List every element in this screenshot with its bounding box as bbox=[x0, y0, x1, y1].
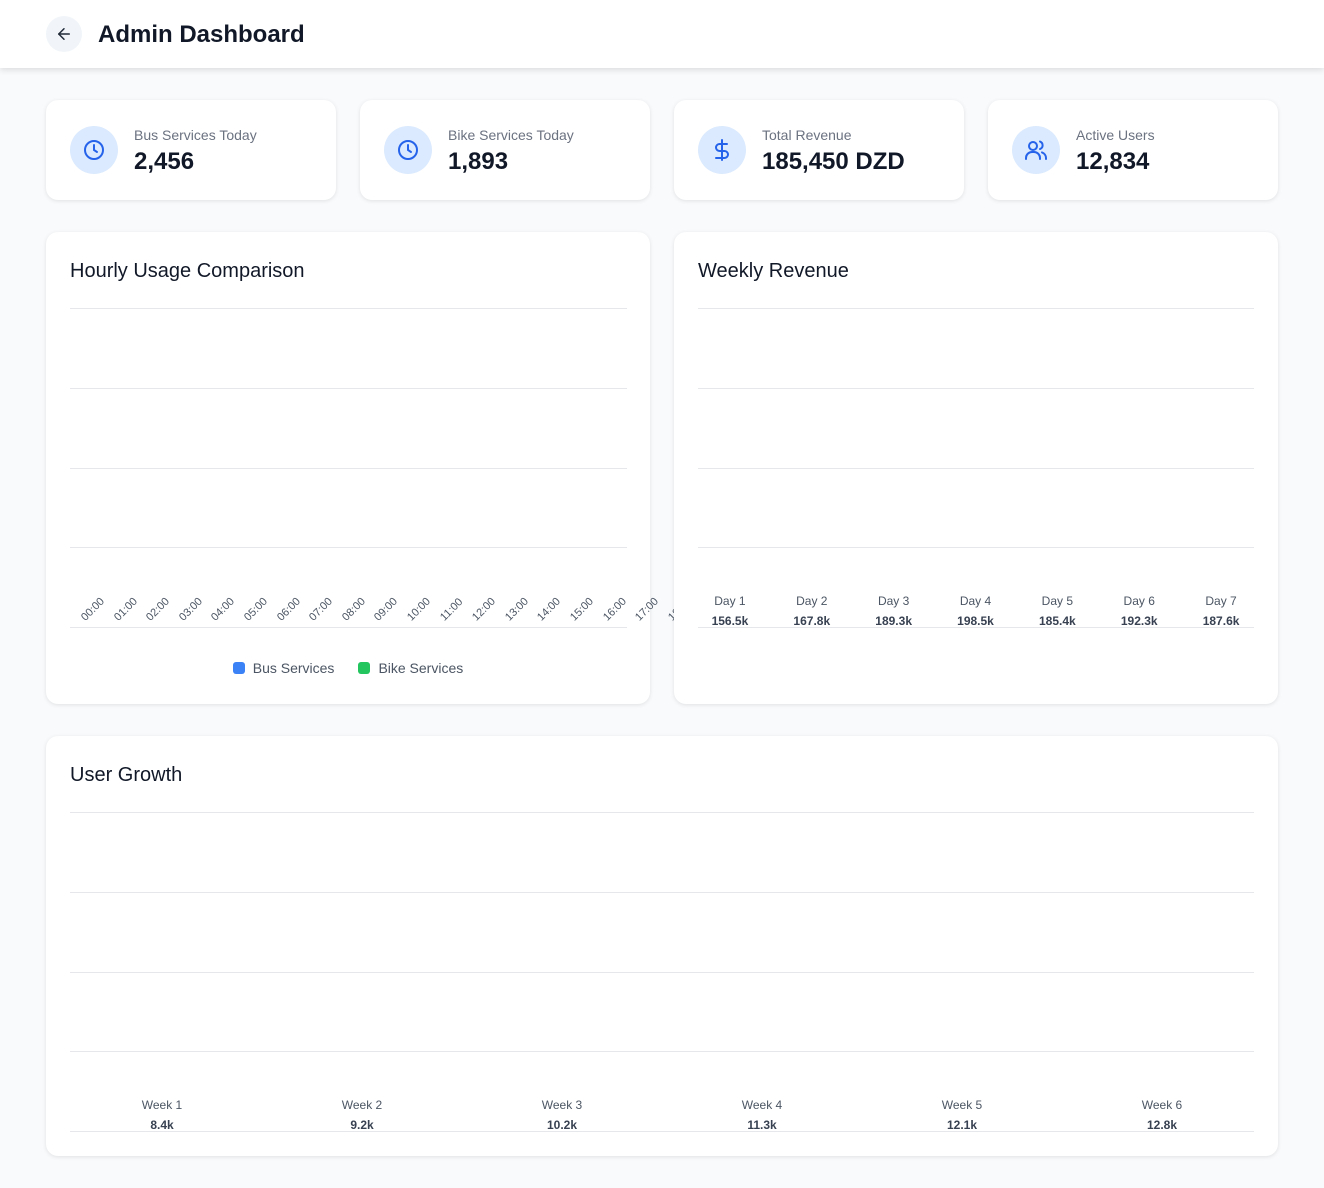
stat-label: Bus Services Today bbox=[134, 127, 257, 143]
x-tick-label: 05:00 bbox=[242, 595, 270, 624]
stat-value: 12,834 bbox=[1076, 148, 1150, 175]
x-tick-label: 16:00 bbox=[600, 595, 629, 624]
x-tick-label: 01:00 bbox=[111, 595, 140, 624]
x-tick-label: 14:00 bbox=[535, 595, 564, 624]
x-axis-line bbox=[70, 627, 627, 628]
data-label: 156.5k bbox=[711, 614, 749, 628]
stat-label: Active Users bbox=[1076, 127, 1155, 143]
gridline bbox=[698, 468, 1254, 469]
data-label: 167.8k bbox=[793, 614, 831, 628]
clock-icon bbox=[70, 126, 118, 174]
gridline bbox=[70, 1051, 1254, 1052]
data-label: 189.3k bbox=[875, 614, 912, 628]
arrow-left-icon bbox=[58, 28, 70, 40]
x-tick-label: Day 4 bbox=[959, 594, 992, 608]
data-label: 192.3k bbox=[1120, 614, 1158, 628]
data-label: 185.4k bbox=[1038, 614, 1076, 628]
gridline bbox=[70, 812, 1254, 813]
x-tick-label: 00:00 bbox=[79, 595, 107, 624]
x-tick-label: 02:00 bbox=[144, 595, 173, 624]
x-tick-label: 04:00 bbox=[209, 595, 238, 624]
x-tick-label: 13:00 bbox=[502, 595, 531, 624]
legend-label: Bike Services bbox=[378, 660, 464, 676]
gridline bbox=[70, 308, 627, 309]
x-tick-label: 06:00 bbox=[274, 595, 303, 624]
clock-icon bbox=[384, 126, 432, 174]
stat-value: 2,456 bbox=[134, 148, 195, 175]
data-label: 9.2k bbox=[350, 1118, 374, 1132]
hourly-usage-panel: Hourly Usage Comparison 00:00 01:00 02:00 0… bbox=[46, 232, 857, 704]
x-axis-line bbox=[70, 1131, 1254, 1132]
weekly-revenue-panel: Weekly Revenue Day 1 156.5k Day 2 167.8k Day… bbox=[674, 232, 1278, 704]
data-label: 11.3k bbox=[747, 1118, 777, 1132]
legend-label: Bus Services bbox=[252, 660, 335, 676]
data-label: 198.5k bbox=[957, 614, 994, 628]
gridline bbox=[70, 892, 1254, 893]
x-tick-label: 17:00 bbox=[633, 595, 662, 624]
data-label: 12.8k bbox=[1146, 1118, 1178, 1132]
x-tick-label: 11:00 bbox=[437, 596, 465, 624]
x-tick-label: Week 5 bbox=[941, 1098, 983, 1112]
x-tick-label: Day 1 bbox=[714, 594, 746, 608]
x-tick-label: 03:00 bbox=[176, 595, 205, 624]
data-label: 8.4k bbox=[150, 1118, 174, 1132]
legend-swatch bbox=[358, 662, 371, 674]
panel-title: User Growth bbox=[70, 764, 183, 786]
x-tick-label: Day 7 bbox=[1205, 594, 1237, 608]
chart-legend: Bus Services Bike Services bbox=[46, 660, 650, 676]
stat-card-revenue: Total Revenue 185,450 DZD bbox=[674, 100, 964, 200]
x-tick-label: 12:00 bbox=[470, 595, 499, 624]
data-label: 187.6k bbox=[1202, 614, 1240, 628]
x-tick-label: Day 6 bbox=[1123, 594, 1155, 608]
gridline bbox=[698, 388, 1254, 389]
x-tick-label: 15:00 bbox=[568, 595, 596, 624]
stat-card-bus: Bus Services Today 2,456 bbox=[46, 100, 336, 200]
back-button[interactable] bbox=[46, 16, 82, 52]
user-growth-panel: User Growth Week 1 8.4k Week 2 9.2k Week 3 10… bbox=[46, 736, 1278, 1156]
panel-title: Weekly Revenue bbox=[698, 260, 849, 282]
gridline bbox=[70, 972, 1254, 973]
gridline bbox=[698, 308, 1254, 309]
users-icon bbox=[1012, 126, 1060, 174]
stat-card-bike: Bike Services Today 1,893 bbox=[360, 100, 650, 200]
x-tick-label: Week 1 bbox=[141, 1098, 183, 1112]
x-tick-label: 10:00 bbox=[405, 595, 433, 624]
x-tick-label: 09:00 bbox=[372, 595, 401, 624]
x-tick-label: Week 4 bbox=[741, 1098, 783, 1112]
dollar-icon bbox=[698, 126, 746, 174]
x-tick-label: Week 3 bbox=[541, 1098, 583, 1112]
x-tick-label: Day 3 bbox=[877, 594, 910, 608]
gridline bbox=[70, 468, 627, 469]
top-bar: Admin Dashboard bbox=[0, 0, 1324, 68]
stat-value: 185,450 DZD bbox=[762, 148, 905, 175]
x-tick-label: Day 2 bbox=[796, 594, 828, 608]
stat-value: 1,893 bbox=[448, 148, 509, 175]
gridline bbox=[70, 547, 627, 548]
panel-title: Hourly Usage Comparison bbox=[70, 260, 305, 282]
x-tick-label: Week 2 bbox=[341, 1098, 383, 1112]
x-tick-label: Week 6 bbox=[1141, 1098, 1183, 1112]
x-tick-label: Day 5 bbox=[1041, 594, 1074, 608]
gridline bbox=[70, 388, 627, 389]
stat-card-users: Active Users 12,834 bbox=[988, 100, 1278, 200]
data-label: 10.2k bbox=[546, 1118, 578, 1132]
gridline bbox=[698, 547, 1254, 548]
legend-item-bus[interactable]: Bus Services bbox=[232, 660, 335, 676]
data-label: 12.1k bbox=[946, 1118, 978, 1132]
x-tick-label: 07:00 bbox=[307, 595, 336, 624]
x-tick-label: 08:00 bbox=[339, 595, 368, 624]
stat-label: Total Revenue bbox=[762, 127, 852, 143]
legend-item-bike[interactable]: Bike Services bbox=[358, 660, 463, 676]
page-title: Admin Dashboard bbox=[98, 21, 305, 48]
stat-label: Bike Services Today bbox=[448, 127, 574, 143]
legend-swatch bbox=[232, 662, 245, 674]
